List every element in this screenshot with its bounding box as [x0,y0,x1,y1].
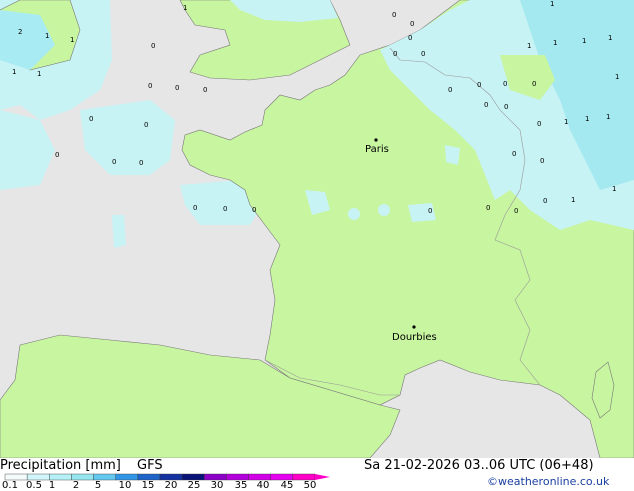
station-value: 1 [608,34,612,42]
station-value: 0 [89,115,93,123]
precip-patch-paris-east [445,145,460,165]
station-value: 0 [144,121,148,129]
scale-tick-label: 30 [210,480,224,491]
station-value: 0 [393,50,397,58]
station-value: 1 [183,4,187,12]
scale-tick-label: 50 [303,480,317,491]
precip-patch-dot2 [378,204,390,216]
station-value: 0 [410,20,414,28]
station-value: 0 [112,158,116,166]
station-value: 0 [148,82,152,90]
legend-credit: ©weatheronline.co.uk [487,475,610,488]
station-value: 0 [421,50,425,58]
city-marker-dourbies [412,325,416,329]
station-value: 0 [139,159,143,167]
legend-footer: Precipitation [mm] GFS Sa 21-02-2026 03.… [0,458,634,491]
station-value: 1 [527,42,531,50]
station-value: 0 [175,84,179,92]
station-value: 0 [448,86,452,94]
station-value: 0 [537,120,541,128]
scale-tick-label: 45 [280,480,294,491]
station-value: 1 [612,185,616,193]
station-value: 0 [503,80,507,88]
station-value: 1 [45,32,49,40]
station-value: 1 [553,39,557,47]
scale-tick-label: 10 [118,480,132,491]
scale-tick-label: 35 [234,480,248,491]
city-label-paris: Paris [365,144,389,155]
station-value: 1 [12,68,16,76]
legend-model: GFS [137,458,163,473]
scale-ticks: 0.1 0.5 1 2 5 10 15 20 25 30 35 40 45 50 [0,480,340,491]
station-value: 0 [203,86,207,94]
station-value: 1 [37,70,41,78]
scale-tick-label: 0.1 [2,480,18,491]
city-label-dourbies: Dourbies [392,332,437,343]
station-value: 0 [532,80,536,88]
station-value: 1 [615,73,619,81]
legend-datetime: Sa 21-02-2026 03..06 UTC (06+48) [364,458,594,473]
station-value: 0 [223,205,227,213]
precip-area-small [112,215,126,248]
station-value: 0 [252,206,256,214]
station-value: 0 [151,42,155,50]
station-value: 1 [606,113,610,121]
city-marker-paris [374,138,378,142]
station-value: 0 [428,207,432,215]
station-value: 0 [193,204,197,212]
scale-tick-label: 20 [164,480,178,491]
precipitation-map: Paris Dourbies 2 1 1 1 1 1 0 0 0 0 0 0 0 0 0 0 0 0 0 0 0 0 0 1 0… [0,0,634,458]
station-value: 0 [514,207,518,215]
station-value: 1 [564,118,568,126]
station-value: 1 [550,0,554,8]
scale-tick-label: 5 [94,480,102,491]
scale-tick-label: 0.5 [26,480,42,491]
scale-tick-label: 15 [141,480,155,491]
station-value: 0 [543,197,547,205]
station-value: 0 [408,34,412,42]
station-value: 0 [477,81,481,89]
station-value: 1 [585,115,589,123]
station-value: 0 [55,151,59,159]
scale-tick-label: 40 [256,480,270,491]
station-value: 0 [512,150,516,158]
station-value: 0 [484,101,488,109]
scale-tick-label: 1 [48,480,56,491]
station-value: 2 [18,28,22,36]
station-value: 1 [70,36,74,44]
station-value: 0 [540,157,544,165]
precip-patch-dot1 [348,208,360,220]
scale-tick-label: 25 [187,480,201,491]
station-value: 1 [571,196,575,204]
legend-title: Precipitation [mm] [0,458,121,473]
station-value: 0 [504,103,508,111]
scale-tick-label: 2 [72,480,80,491]
station-value: 0 [486,204,490,212]
station-value: 0 [392,11,396,19]
station-value: 1 [582,37,586,45]
